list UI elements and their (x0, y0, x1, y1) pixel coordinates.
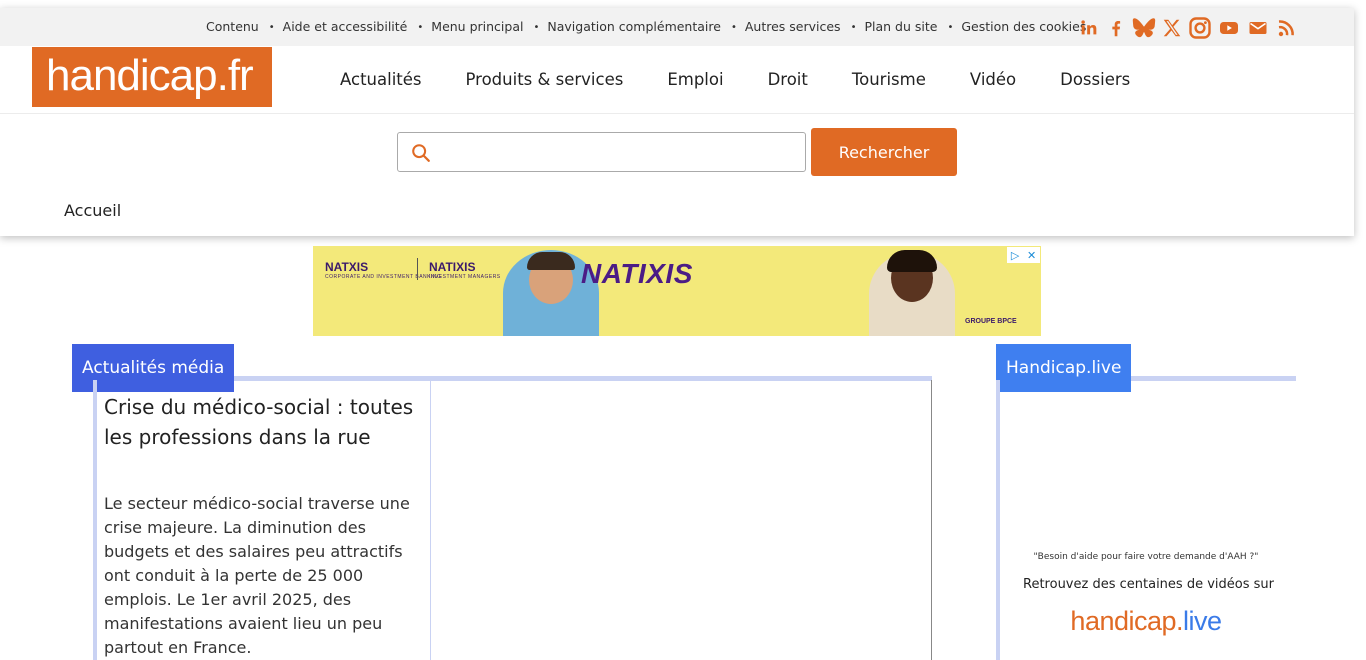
youtube-icon[interactable] (1217, 17, 1241, 39)
search-input[interactable] (438, 139, 798, 165)
skip-link-other-services[interactable]: Autres services (745, 19, 841, 34)
search-button[interactable]: Rechercher (811, 128, 957, 176)
live-promo-text: Retrouvez des centaines de vidéos sur (1023, 577, 1274, 592)
skip-link-content[interactable]: Contenu (206, 19, 259, 34)
media-article-divider (430, 380, 431, 660)
nav-item-emploi[interactable]: Emploi (667, 70, 723, 89)
nav-item-droit[interactable]: Droit (768, 70, 808, 89)
nav-item-tourisme[interactable]: Tourisme (852, 70, 926, 89)
ad-title: NATIXIS (581, 258, 693, 289)
live-section-tab[interactable]: Handicap.live (996, 344, 1132, 392)
site-header: Contenu • Aide et accessibilité • Menu princ… (0, 8, 1354, 236)
top-bar: Contenu • Aide et accessibilité • Menu princ… (0, 8, 1354, 46)
ad-divider (417, 258, 418, 280)
skip-link-main-menu[interactable]: Menu principal (431, 19, 523, 34)
bluesky-icon[interactable] (1132, 17, 1156, 39)
article-title[interactable]: Crise du médico-social : toutes les prof… (104, 392, 424, 452)
ad-logo-cib: NATXIS CORPORATE AND INVESTMENT BANKING (325, 260, 442, 280)
facebook-icon[interactable] (1105, 17, 1127, 39)
ad-person-woman (869, 250, 955, 336)
social-links (1078, 14, 1299, 42)
live-quote: "Besoin d'aide pour faire votre demande … (1033, 552, 1259, 562)
skip-link-help[interactable]: Aide et accessibilité (283, 19, 408, 34)
article-description: Le secteur médico-social traverse une cr… (104, 494, 410, 657)
handicap-live-logo[interactable]: handicap.live (996, 606, 1296, 637)
search-field[interactable] (397, 132, 806, 172)
advertisement-banner[interactable]: NATXIS CORPORATE AND INVESTMENT BANKING … (313, 246, 1041, 336)
skip-links: Contenu • Aide et accessibilité • Menu princ… (206, 19, 1087, 34)
email-icon[interactable] (1246, 17, 1270, 39)
ad-logo-im: NATIXIS INVESTMENT MANAGERS (429, 260, 501, 280)
linkedin-icon[interactable] (1078, 17, 1100, 39)
x-icon[interactable] (1161, 17, 1183, 39)
skip-link-sitemap[interactable]: Plan du site (864, 19, 937, 34)
breadcrumb[interactable]: Accueil (64, 201, 121, 220)
nav-item-video[interactable]: Vidéo (970, 70, 1016, 89)
rss-icon[interactable] (1275, 17, 1299, 39)
nav-item-dossiers[interactable]: Dossiers (1060, 70, 1130, 89)
skip-link-secondary-nav[interactable]: Navigation complémentaire (547, 19, 721, 34)
ad-close-icon[interactable]: ✕ (1027, 249, 1036, 262)
nav-item-actualites[interactable]: Actualités (340, 70, 422, 89)
skip-link-cookies[interactable]: Gestion des cookies (961, 19, 1086, 34)
search-icon (412, 144, 430, 162)
nav-divider (0, 113, 1354, 114)
instagram-icon[interactable] (1188, 16, 1212, 40)
ad-group-label: GROUPE BPCE (965, 318, 1017, 325)
nav-item-produits-services[interactable]: Produits & services (466, 70, 624, 89)
ad-info-icon[interactable]: ▷ (1011, 249, 1019, 262)
main-nav: Actualités Produits & services Emploi Dr… (340, 70, 1174, 89)
ad-choices[interactable]: ▷ ✕ (1007, 247, 1040, 263)
site-logo[interactable]: handicap.fr (32, 47, 272, 107)
